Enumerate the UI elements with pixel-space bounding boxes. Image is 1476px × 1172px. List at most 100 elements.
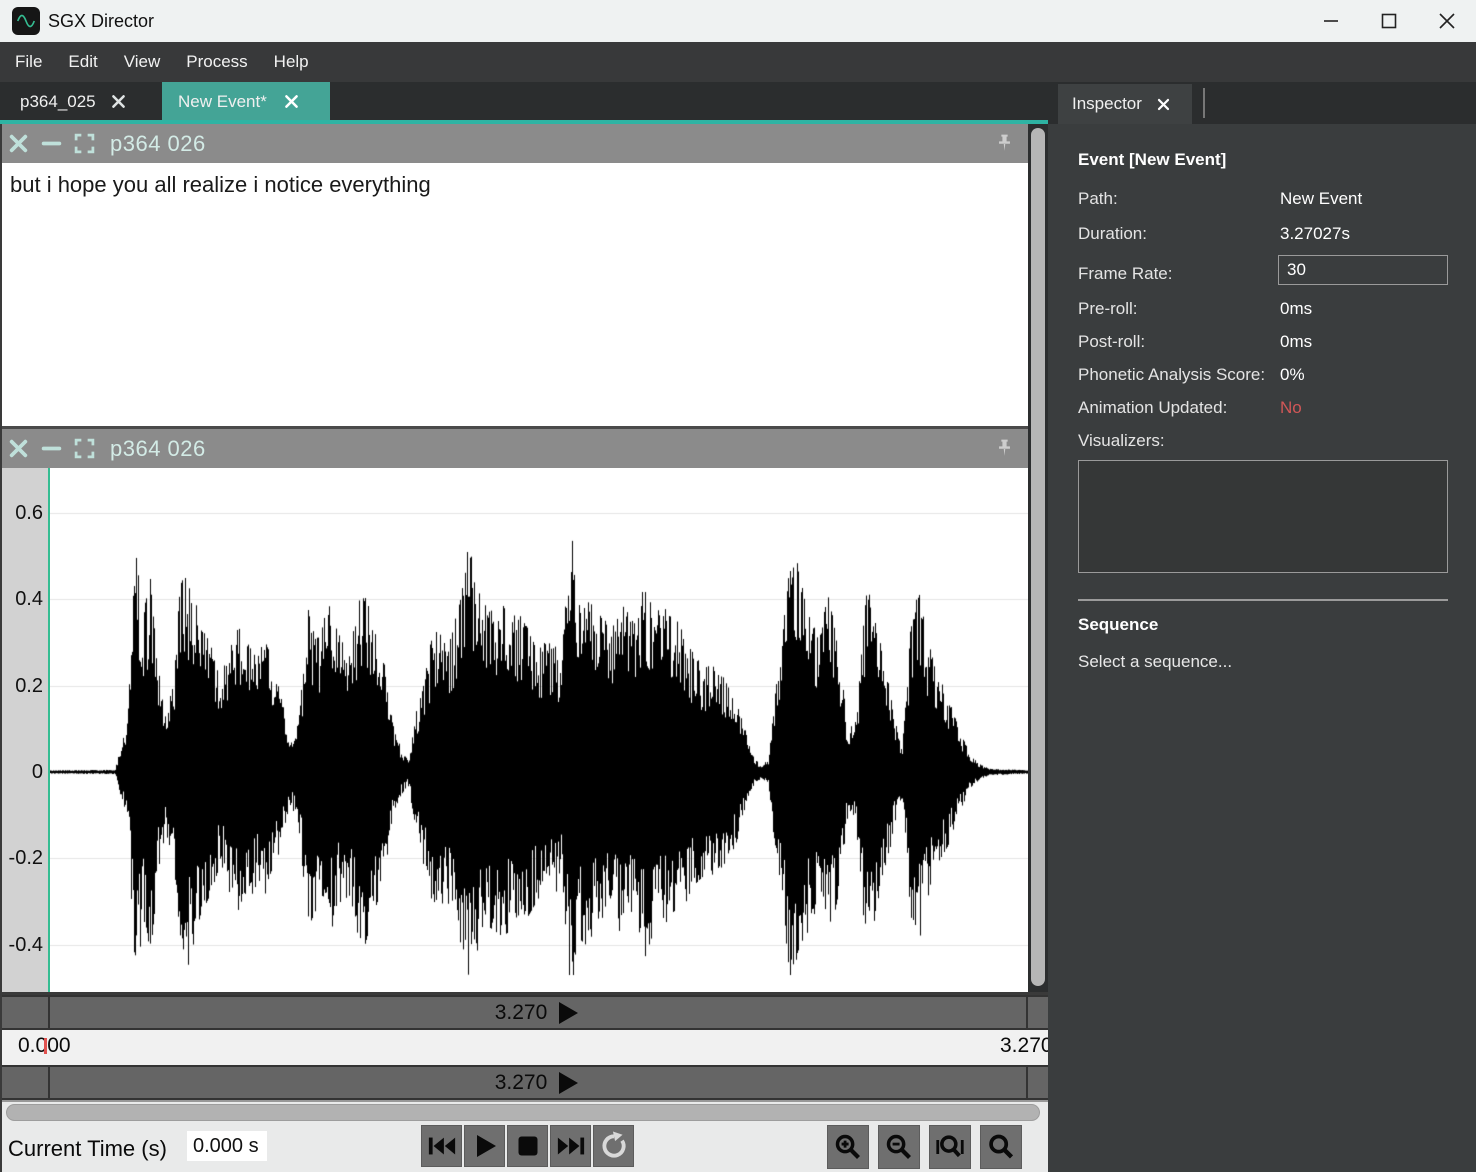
tab-strip: p364_025 New Event* Inspector <box>0 82 1476 124</box>
maximize-button[interactable] <box>1360 0 1418 42</box>
tab-inspector[interactable]: Inspector <box>1058 84 1192 124</box>
tab-close-icon[interactable] <box>110 93 127 110</box>
track-duration-label: 3.270 <box>495 1071 548 1095</box>
application-window: SGX Director File Edit View Process Help… <box>0 0 1476 1172</box>
ruler-playhead-tick <box>44 1038 47 1054</box>
tab-new-event[interactable]: New Event* <box>162 82 330 121</box>
inspector-divider <box>1078 599 1448 601</box>
menu-view[interactable]: View <box>111 42 174 82</box>
field-label: Duration: <box>1078 224 1147 243</box>
window-left-border <box>0 124 2 1172</box>
y-tick-label: -0.4 <box>9 931 43 959</box>
y-tick-label: 0 <box>32 758 43 786</box>
field-label: Visualizers: <box>1078 431 1165 450</box>
waveform-plot[interactable] <box>48 468 1028 992</box>
vertical-scrollbar-thumb[interactable] <box>1031 128 1045 986</box>
waveform-canvas <box>48 468 1028 992</box>
panel-maximize-icon[interactable] <box>72 437 96 461</box>
y-tick-label: 0.2 <box>15 672 43 700</box>
track-play-icon[interactable] <box>556 1070 580 1096</box>
transcript-text: but i hope you all realize i notice ever… <box>10 172 431 197</box>
zoom-fit-button[interactable] <box>980 1125 1022 1169</box>
panel-minimize-icon[interactable] <box>39 437 63 461</box>
timeline-track-2[interactable]: 3.270 <box>0 1065 1048 1100</box>
inspector-field-path: Path: New Event <box>1078 189 1448 211</box>
play-button[interactable] <box>464 1125 505 1167</box>
panel-close-icon[interactable] <box>6 132 30 156</box>
minimize-button[interactable] <box>1302 0 1360 42</box>
inspector-field-visualizers: Visualizers: <box>1078 431 1448 453</box>
panel-minimize-icon[interactable] <box>39 132 63 156</box>
field-label: Pre-roll: <box>1078 299 1138 318</box>
tab-close-icon[interactable] <box>283 93 300 110</box>
track-play-icon[interactable] <box>556 1000 580 1026</box>
inspector-field-phonetic-score: Phonetic Analysis Score: 0% <box>1078 365 1448 387</box>
timeline-track-1[interactable]: 3.270 <box>0 995 1048 1030</box>
skip-to-start-button[interactable] <box>421 1125 462 1167</box>
current-time-label: Current Time (s) <box>8 1136 167 1162</box>
transcript-editor[interactable]: but i hope you all realize i notice ever… <box>0 163 1028 426</box>
field-value: No <box>1280 398 1302 418</box>
field-value: 0ms <box>1280 332 1312 352</box>
zoom-to-selection-button[interactable] <box>929 1125 971 1169</box>
menu-file[interactable]: File <box>2 42 55 82</box>
inspector-field-pre-roll: Pre-roll: 0ms <box>1078 299 1448 321</box>
transcript-panel-header: p364 026 <box>0 124 1028 163</box>
inspector-field-post-roll: Post-roll: 0ms <box>1078 332 1448 354</box>
transport-controls <box>421 1125 634 1167</box>
stop-button[interactable] <box>507 1125 548 1167</box>
tab-close-icon[interactable] <box>1156 97 1171 112</box>
panel-title: p364 026 <box>110 436 206 462</box>
field-label: Path: <box>1078 189 1118 208</box>
field-label: Animation Updated: <box>1078 398 1227 417</box>
tab-label: Inspector <box>1072 94 1142 114</box>
menu-bar: File Edit View Process Help <box>0 42 1476 82</box>
skip-to-end-button[interactable] <box>550 1125 591 1167</box>
vertical-scrollbar-track[interactable] <box>1028 124 1048 992</box>
frame-rate-input[interactable] <box>1278 255 1448 285</box>
track-duration-label: 3.270 <box>495 1001 548 1025</box>
field-label: Frame Rate: <box>1078 264 1172 283</box>
inspector-field-animation-updated: Animation Updated: No <box>1078 398 1448 420</box>
divider-line <box>0 1100 1048 1102</box>
panel-title: p364 026 <box>110 131 206 157</box>
current-time-input[interactable] <box>187 1131 267 1161</box>
playhead-cursor[interactable] <box>48 468 50 992</box>
horizontal-scrollbar-thumb[interactable] <box>6 1104 1040 1121</box>
tab-p364_025[interactable]: p364_025 <box>0 82 150 121</box>
menu-process[interactable]: Process <box>173 42 260 82</box>
menu-help[interactable]: Help <box>261 42 322 82</box>
panel-close-icon[interactable] <box>6 437 30 461</box>
field-value: 3.27027s <box>1280 224 1350 244</box>
sequence-section-title: Sequence <box>1078 615 1158 635</box>
inspector-section-title: Event [New Event] <box>1078 150 1226 170</box>
zoom-out-button[interactable] <box>878 1125 920 1169</box>
ruler-end-label: 3.270 <box>1000 1034 1048 1058</box>
close-button[interactable] <box>1418 0 1476 42</box>
inspector-field-duration: Duration: 3.27027s <box>1078 224 1448 246</box>
panel-maximize-icon[interactable] <box>72 132 96 156</box>
tab-label: p364_025 <box>20 92 96 112</box>
window-controls <box>1302 0 1476 42</box>
tab-separator <box>1203 88 1205 118</box>
time-ruler[interactable]: 0.000 3.270 <box>0 1030 1048 1065</box>
waveform-y-axis: 0.60.40.20-0.2-0.4 <box>0 468 48 992</box>
field-label: Post-roll: <box>1078 332 1145 351</box>
y-tick-label: 0.6 <box>15 499 43 527</box>
visualizers-listbox[interactable] <box>1078 460 1448 573</box>
y-tick-label: -0.2 <box>9 844 43 872</box>
menu-edit[interactable]: Edit <box>55 42 110 82</box>
pin-icon[interactable] <box>992 132 1016 156</box>
tab-label: New Event* <box>178 92 267 112</box>
app-logo-icon <box>12 7 40 35</box>
loop-button[interactable] <box>593 1125 634 1167</box>
field-value: 0% <box>1280 365 1305 385</box>
window-title: SGX Director <box>48 11 154 32</box>
zoom-in-button[interactable] <box>827 1125 869 1169</box>
waveform-panel-header: p364 026 <box>0 429 1028 468</box>
sequence-placeholder: Select a sequence... <box>1078 652 1232 672</box>
field-value: New Event <box>1280 189 1362 209</box>
field-value: 0ms <box>1280 299 1312 319</box>
pin-icon[interactable] <box>992 437 1016 461</box>
field-label: Phonetic Analysis Score: <box>1078 365 1265 384</box>
